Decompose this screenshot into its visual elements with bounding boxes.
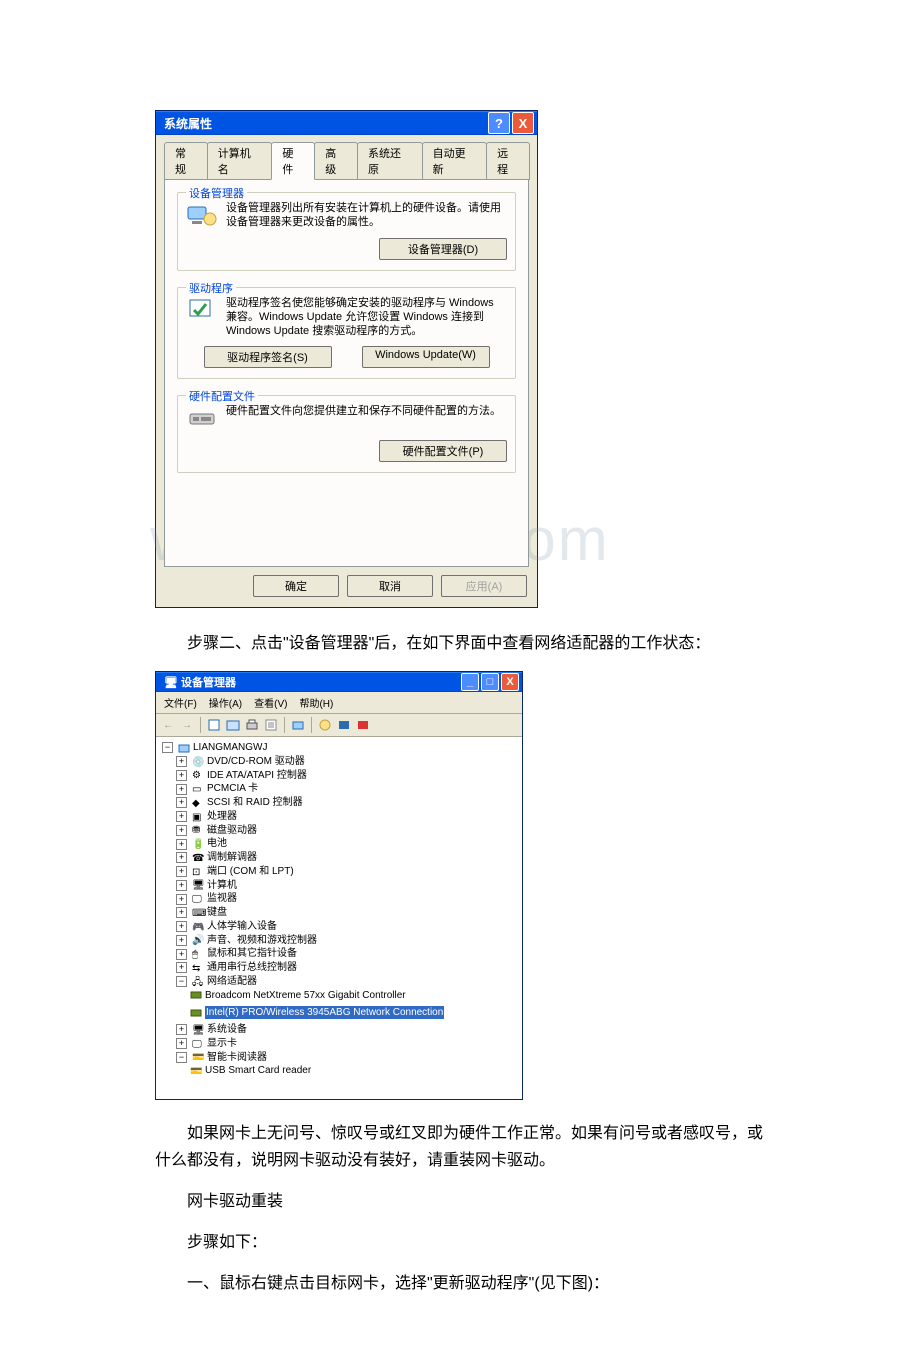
tree-node-smartcard[interactable]: −💳智能卡阅读器: [176, 1051, 267, 1065]
driver-signing-button[interactable]: 驱动程序签名(S): [204, 346, 332, 368]
ok-button[interactable]: 确定: [253, 575, 339, 597]
tab-strip: 常规 计算机名 硬件 高级 系统还原 自动更新 远程: [156, 135, 537, 179]
doc-paragraph-step1: 一、鼠标右键点击目标网卡，选择"更新驱动程序"(见下图)：: [155, 1270, 765, 1297]
toolbar-icon[interactable]: [317, 717, 333, 733]
titlebar: 🖥 设备管理器 _ □ X: [156, 672, 522, 692]
tree-node[interactable]: +⇆通用串行总线控制器: [176, 961, 297, 975]
titlebar: 系统属性 ? X: [156, 111, 537, 135]
app-icon: 🖥: [164, 676, 178, 689]
device-manager-button[interactable]: 设备管理器(D): [379, 238, 507, 260]
tab-advanced[interactable]: 高级: [314, 142, 358, 180]
minimize-button[interactable]: _: [461, 673, 479, 691]
group-text: 设备管理器列出所有安装在计算机上的硬件设备。请使用设备管理器来更改设备的属性。: [226, 201, 507, 230]
window-title: 设备管理器: [181, 674, 236, 690]
tab-computer-name[interactable]: 计算机名: [207, 142, 273, 180]
driver-signing-icon: [186, 296, 218, 324]
windows-update-button[interactable]: Windows Update(W): [362, 346, 490, 368]
tree-leaf[interactable]: 💳USB Smart Card reader: [190, 1064, 311, 1078]
hardware-profile-icon: [186, 404, 218, 432]
menu-view[interactable]: 查看(V): [250, 694, 291, 711]
tree-leaf-nic-selected[interactable]: Intel(R) PRO/Wireless 3945ABG Network Co…: [190, 1006, 444, 1020]
tab-auto-update[interactable]: 自动更新: [422, 142, 488, 180]
group-hardware-profiles: 硬件配置文件 硬件配置文件向您提供建立和保存不同硬件配置的方法。 硬件配置文件(…: [177, 395, 516, 473]
help-button[interactable]: ?: [488, 112, 510, 134]
tree-node[interactable]: +🔊声音、视频和游戏控制器: [176, 934, 317, 948]
group-legend: 驱动程序: [186, 280, 236, 296]
tree-node[interactable]: +🖱鼠标和其它指针设备: [176, 947, 297, 961]
doc-paragraph-step2: 步骤二、点击"设备管理器"后，在如下界面中查看网络适配器的工作状态：: [155, 630, 765, 657]
menu-file[interactable]: 文件(F): [160, 694, 201, 711]
tree-node[interactable]: +🎮人体学输入设备: [176, 920, 277, 934]
tree-node[interactable]: +⌨键盘: [176, 906, 227, 920]
toolbar: ← →: [156, 714, 522, 737]
tree-node[interactable]: +◆SCSI 和 RAID 控制器: [176, 796, 303, 810]
tab-system-restore[interactable]: 系统还原: [357, 142, 423, 180]
device-tree: −LIANGMANGWJ +💿DVD/CD-ROM 驱动器 +⚙IDE ATA/…: [156, 737, 522, 1099]
group-text: 硬件配置文件向您提供建立和保存不同硬件配置的方法。: [226, 404, 507, 418]
menubar: 文件(F) 操作(A) 查看(V) 帮助(H): [156, 692, 522, 714]
tab-remote[interactable]: 远程: [486, 142, 530, 180]
dialog-bottom-buttons: 确定 取消 应用(A): [156, 575, 537, 607]
hardware-profiles-button[interactable]: 硬件配置文件(P): [379, 440, 507, 462]
toolbar-print-icon[interactable]: [244, 717, 260, 733]
toolbar-icon[interactable]: [355, 717, 371, 733]
tree-node[interactable]: +⊡端口 (COM 和 LPT): [176, 865, 294, 879]
tab-general[interactable]: 常规: [164, 142, 208, 180]
cancel-button[interactable]: 取消: [347, 575, 433, 597]
toolbar-icon[interactable]: [206, 717, 222, 733]
apply-button[interactable]: 应用(A): [441, 575, 527, 597]
group-legend: 硬件配置文件: [186, 388, 258, 404]
tree-node[interactable]: +🖵监视器: [176, 892, 237, 906]
group-drivers: 驱动程序 驱动程序签名使您能够确定安装的驱动程序与 Windows 兼容。Win…: [177, 287, 516, 380]
nav-back-icon[interactable]: ←: [160, 717, 176, 733]
tree-node[interactable]: +🖥计算机: [176, 879, 237, 893]
tree-node[interactable]: +⚙IDE ATA/ATAPI 控制器: [176, 769, 307, 783]
doc-paragraph-steps: 步骤如下：: [155, 1229, 765, 1256]
system-properties-dialog: 系统属性 ? X 常规 计算机名 硬件 高级 系统还原 自动更新 远程 设备管理…: [155, 110, 538, 608]
tree-node[interactable]: +⛃磁盘驱动器: [176, 824, 257, 838]
close-button[interactable]: X: [501, 673, 519, 691]
device-manager-window: 🖥 设备管理器 _ □ X 文件(F) 操作(A) 查看(V) 帮助(H) ← …: [155, 671, 523, 1100]
tree-leaf-nic[interactable]: Broadcom NetXtreme 57xx Gigabit Controll…: [190, 989, 406, 1003]
doc-paragraph-heading: 网卡驱动重装: [155, 1188, 765, 1215]
tree-root[interactable]: −LIANGMANGWJ: [162, 741, 267, 755]
tree-node[interactable]: +▣处理器: [176, 810, 237, 824]
device-manager-icon: [186, 201, 218, 229]
tab-hardware[interactable]: 硬件: [271, 142, 315, 180]
tree-node-network[interactable]: −🖧网络适配器: [176, 975, 257, 989]
menu-help[interactable]: 帮助(H): [295, 694, 337, 711]
tree-node[interactable]: +🖵显示卡: [176, 1037, 237, 1051]
tree-node[interactable]: +🖥系统设备: [176, 1023, 247, 1037]
dialog-title: 系统属性: [164, 115, 212, 132]
toolbar-icon[interactable]: [290, 717, 306, 733]
menu-action[interactable]: 操作(A): [205, 694, 246, 711]
toolbar-icon[interactable]: [225, 717, 241, 733]
tree-node[interactable]: +▭PCMCIA 卡: [176, 782, 258, 796]
nav-forward-icon[interactable]: →: [179, 717, 195, 733]
group-legend: 设备管理器: [186, 185, 247, 201]
maximize-button[interactable]: □: [481, 673, 499, 691]
toolbar-scan-icon[interactable]: [336, 717, 352, 733]
close-button[interactable]: X: [512, 112, 534, 134]
doc-paragraph-result: 如果网卡上无问号、惊叹号或红叉即为硬件工作正常。如果有问号或者感叹号，或什么都没…: [155, 1120, 765, 1174]
group-text: 驱动程序签名使您能够确定安装的驱动程序与 Windows 兼容。Windows …: [226, 296, 507, 339]
tab-panel: 设备管理器 设备管理器列出所有安装在计算机上的硬件设备。请使用设备管理器来更改设…: [164, 179, 529, 567]
group-device-manager: 设备管理器 设备管理器列出所有安装在计算机上的硬件设备。请使用设备管理器来更改设…: [177, 192, 516, 271]
toolbar-properties-icon[interactable]: [263, 717, 279, 733]
tree-node[interactable]: +💿DVD/CD-ROM 驱动器: [176, 755, 305, 769]
tree-node[interactable]: +☎调制解调器: [176, 851, 257, 865]
tree-node[interactable]: +🔋电池: [176, 837, 227, 851]
